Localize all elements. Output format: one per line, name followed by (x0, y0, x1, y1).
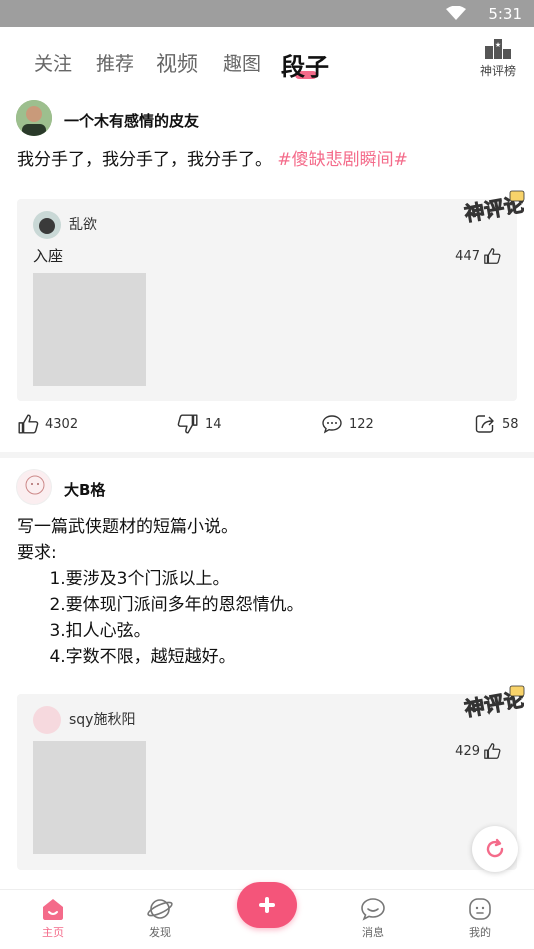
home-icon (43, 899, 63, 920)
share-button[interactable]: 58 (474, 413, 519, 435)
author-avatar[interactable] (16, 100, 52, 136)
top-tab-bar: 关注 推荐 视频 趣图 段子 ★ 神评榜 (0, 27, 534, 93)
comment-like-count: 429 (455, 743, 480, 759)
post-body: 我分手了，我分手了，我分手了。 (17, 150, 272, 170)
tab-funny-pics[interactable]: 趣图 (223, 49, 261, 76)
post-action-bar: 4302 14 122 58 (0, 413, 534, 441)
comment-like-button[interactable]: 447 (455, 247, 501, 265)
comment-like-count: 447 (455, 248, 480, 264)
share-icon (475, 415, 494, 433)
podium-icon: ★ (485, 39, 511, 59)
comment-bubble-icon (322, 415, 342, 434)
nav-profile-label: 我的 (469, 926, 491, 939)
dislike-button[interactable]: 14 (177, 413, 222, 435)
comment-text: 入座 (33, 247, 64, 265)
like-count: 4302 (45, 416, 79, 432)
status-bar: 5:31 (0, 0, 534, 27)
comment-button[interactable]: 122 (321, 413, 374, 435)
wifi-icon (446, 6, 466, 20)
svg-text:★: ★ (495, 41, 501, 49)
commenter-avatar[interactable] (33, 706, 61, 734)
author-avatar[interactable] (16, 469, 52, 505)
comment-count: 122 (349, 416, 374, 432)
commenter-name[interactable]: 乱欲 (69, 214, 97, 234)
thumbs-down-icon (177, 414, 198, 434)
tab-video[interactable]: 视频 (156, 48, 198, 78)
dislike-count: 14 (205, 416, 222, 432)
post-text[interactable]: 写一篇武侠题材的短篇小说。 要求: 1.要涉及3个门派以上。 2.要体现门派间多… (17, 514, 304, 670)
tab-recommend[interactable]: 推荐 (96, 49, 134, 76)
hashtag-link[interactable]: #傻缺悲剧瞬间# (277, 150, 408, 170)
god-comment-card[interactable]: sqy施秋阳 429 (17, 694, 517, 870)
comment-like-button[interactable]: 429 (455, 742, 501, 760)
tab-jokes[interactable]: 段子 (281, 47, 329, 82)
nav-messages[interactable]: 消息 (343, 896, 403, 940)
god-comment-badge-icon: 神评论 (462, 685, 527, 721)
planet-icon (147, 899, 173, 919)
profile-icon (469, 898, 491, 920)
nav-discover[interactable]: 发现 (130, 896, 190, 940)
god-comment-badge-icon: 神评论 (462, 190, 527, 226)
like-button[interactable]: 4302 (17, 413, 78, 435)
post-card: 一个木有感情的皮友 我分手了，我分手了，我分手了。 #傻缺悲剧瞬间# 乱欲 入座… (0, 93, 534, 453)
comment-image[interactable] (33, 273, 146, 386)
share-count: 58 (502, 416, 519, 432)
rank-label: 神评榜 (479, 64, 516, 78)
refresh-button[interactable] (472, 826, 518, 872)
bottom-nav: 主页 发现 消息 我的 (0, 882, 534, 949)
commenter-name[interactable]: sqy施秋阳 (69, 709, 135, 729)
avatar-image (16, 100, 52, 136)
post-text[interactable]: 我分手了，我分手了，我分手了。 #傻缺悲剧瞬间# (17, 147, 408, 173)
post-card: 大B格 写一篇武侠题材的短篇小说。 要求: 1.要涉及3个门派以上。 2.要体现… (0, 458, 534, 889)
refresh-icon (486, 838, 504, 858)
commenter-avatar[interactable] (33, 211, 61, 239)
nav-messages-label: 消息 (362, 926, 384, 939)
nav-home-label: 主页 (42, 926, 64, 939)
god-comment-card[interactable]: 乱欲 入座 447 (17, 199, 517, 401)
tab-follow[interactable]: 关注 (34, 49, 72, 76)
nav-discover-label: 发现 (149, 926, 171, 939)
thumbs-up-icon (484, 248, 501, 264)
thumbs-up-icon (484, 743, 501, 759)
rank-button[interactable]: ★ 神评榜 (470, 37, 526, 87)
avatar-image (33, 211, 61, 239)
nav-profile[interactable]: 我的 (450, 896, 510, 940)
author-name[interactable]: 大B格 (64, 479, 105, 500)
thumbs-up-icon (18, 414, 39, 434)
author-name[interactable]: 一个木有感情的皮友 (64, 110, 199, 131)
comment-image[interactable] (33, 741, 146, 854)
publish-button[interactable] (237, 882, 297, 928)
status-time: 5:31 (488, 5, 522, 23)
nav-home[interactable]: 主页 (23, 896, 83, 940)
avatar-image (25, 475, 45, 495)
message-icon (361, 898, 385, 921)
